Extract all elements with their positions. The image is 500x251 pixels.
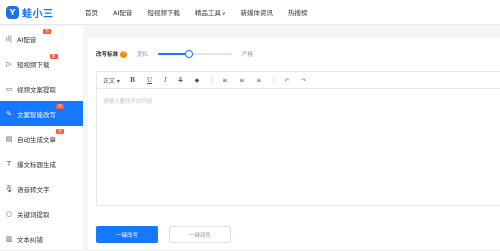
redo-icon[interactable]: ↷ bbox=[301, 77, 306, 84]
slider-low-label: 宽松 bbox=[137, 52, 149, 58]
rich-text-editor[interactable]: 正文 ▾ B U I S ◆ ≡ ≡ ≡ ↶ ↷ 请输入要改写的内容 bbox=[96, 71, 500, 206]
sidebar-item-document[interactable]: ▭ 视频文案提取 bbox=[0, 76, 83, 101]
brand-logo[interactable]: Y 蛙小三 bbox=[0, 5, 85, 20]
nav-item-video-download[interactable]: 短视频下载 bbox=[147, 7, 180, 17]
sidebar: ıl| AI配音热 ▷ 短视频下载热 ▭ 视频文案提取 ✎ 文案智能改写热 ▤ 自动生成文章热 T 爆… bbox=[0, 26, 83, 249]
paragraph-format-select[interactable]: 正文 ▾ bbox=[103, 76, 120, 85]
sidebar-item-label: 爆文标题生成 bbox=[17, 160, 56, 169]
sidebar-item-microphone[interactable]: 🎙 语音转文字 bbox=[0, 176, 83, 201]
nav-item-premium-tools[interactable]: 精品工具∨ bbox=[195, 7, 226, 17]
undo-icon[interactable]: ↶ bbox=[284, 77, 289, 84]
clear-format-icon[interactable]: ◆ bbox=[195, 77, 200, 84]
sidebar-item-label: 短视频下载 bbox=[17, 60, 50, 69]
sidebar-item-label: 关键词提取 bbox=[17, 210, 50, 219]
main-nav: 首页 AI配音 短视频下载 精品工具∨ 新媒体资讯 热搜榜 bbox=[85, 0, 323, 25]
sidebar-item-video[interactable]: ▷ 短视频下载热 bbox=[0, 51, 83, 76]
rewrite-strength-slider[interactable] bbox=[158, 50, 233, 58]
nav-item-home[interactable]: 首页 bbox=[85, 7, 98, 17]
nav-item-ai-dubbing[interactable]: AI配音 bbox=[113, 7, 132, 17]
format-label: 正文 bbox=[103, 77, 116, 85]
text-check-icon: ▥ bbox=[5, 234, 13, 243]
nav-item-label: 精品工具 bbox=[194, 9, 221, 17]
rewrite-panel: 改写标准 ? 宽松 严格 正文 ▾ B U I S ◆ ≡ ≡ ≡ ↶ ↷ 请输… bbox=[88, 38, 500, 249]
hot-badge: 热 bbox=[56, 104, 64, 109]
toolbar-divider bbox=[273, 76, 275, 84]
sidebar-item-waveform[interactable]: ıl| AI配音 热 bbox=[0, 26, 83, 51]
hot-badge: 热 bbox=[56, 129, 64, 134]
microphone-icon: 🎙 bbox=[4, 184, 14, 193]
sidebar-item-title[interactable]: T 爆文标题生成 bbox=[0, 151, 83, 176]
title-icon: T bbox=[6, 159, 12, 168]
editor-toolbar: 正文 ▾ B U I S ◆ ≡ ≡ ≡ ↶ ↷ bbox=[97, 72, 500, 89]
video-icon: ▷ bbox=[6, 59, 12, 68]
waveform-icon: ıl| bbox=[5, 34, 13, 43]
sidebar-item-label: 文本纠错 bbox=[17, 235, 43, 244]
top-navigation-bar: Y 蛙小三 首页 AI配音 短视频下载 精品工具∨ 新媒体资讯 热搜榜 bbox=[0, 0, 500, 25]
italic-button[interactable]: I bbox=[164, 77, 166, 84]
slider-high-label: 严格 bbox=[242, 52, 254, 58]
underline-button[interactable]: U bbox=[147, 77, 152, 84]
rewrite-mode-label: 改写标准 bbox=[96, 52, 119, 58]
hot-badge: 热 bbox=[49, 54, 58, 59]
document-icon: ▭ bbox=[5, 84, 13, 93]
sidebar-item-label: 文案智能改写 bbox=[17, 110, 56, 119]
search-icon: ○ bbox=[5, 209, 13, 218]
brand-name: 蛙小三 bbox=[22, 8, 54, 20]
nav-item-trending[interactable]: 热搜榜 bbox=[288, 7, 308, 17]
sidebar-item-label: 视频文案提取 bbox=[17, 85, 56, 94]
chevron-down-icon: ∨ bbox=[221, 11, 226, 17]
rewrite-mode-row: 改写标准 ? 宽松 严格 bbox=[96, 50, 253, 58]
toolbar-divider bbox=[211, 76, 213, 84]
edit-doc-icon: ✎ bbox=[6, 109, 12, 118]
sidebar-item-file[interactable]: ▤ 自动生成文章热 bbox=[0, 126, 83, 151]
bold-button[interactable]: B bbox=[130, 77, 135, 84]
sidebar-item-label: 语音转文字 bbox=[17, 185, 50, 194]
hot-badge: 热 bbox=[43, 29, 51, 34]
sidebar-item-label: 自动生成文章 bbox=[17, 135, 56, 144]
sidebar-item-label: AI配音 bbox=[17, 35, 37, 44]
logo-mark-icon: Y bbox=[6, 5, 19, 19]
help-icon[interactable]: ? bbox=[120, 50, 128, 58]
rewrite-button[interactable]: 一键改写 bbox=[96, 226, 158, 243]
editor-placeholder: 请输入要改写的内容 bbox=[103, 99, 153, 105]
align-left-icon[interactable]: ≡ bbox=[222, 77, 227, 84]
strikethrough-button[interactable]: S bbox=[178, 77, 182, 84]
polish-button[interactable]: 一键润色 bbox=[169, 226, 231, 243]
slider-handle[interactable] bbox=[185, 50, 194, 58]
align-center-icon[interactable]: ≡ bbox=[239, 77, 244, 84]
sidebar-item-edit-doc[interactable]: ✎ 文案智能改写热 bbox=[0, 101, 83, 126]
sidebar-item-search[interactable]: ○ 关键词提取 bbox=[0, 201, 83, 226]
sidebar-item-text-check[interactable]: ▥ 文本纠错 bbox=[0, 226, 83, 251]
nav-item-media-news[interactable]: 新媒体资讯 bbox=[241, 7, 274, 17]
file-icon: ▤ bbox=[5, 134, 13, 143]
align-right-icon[interactable]: ≡ bbox=[256, 77, 261, 84]
